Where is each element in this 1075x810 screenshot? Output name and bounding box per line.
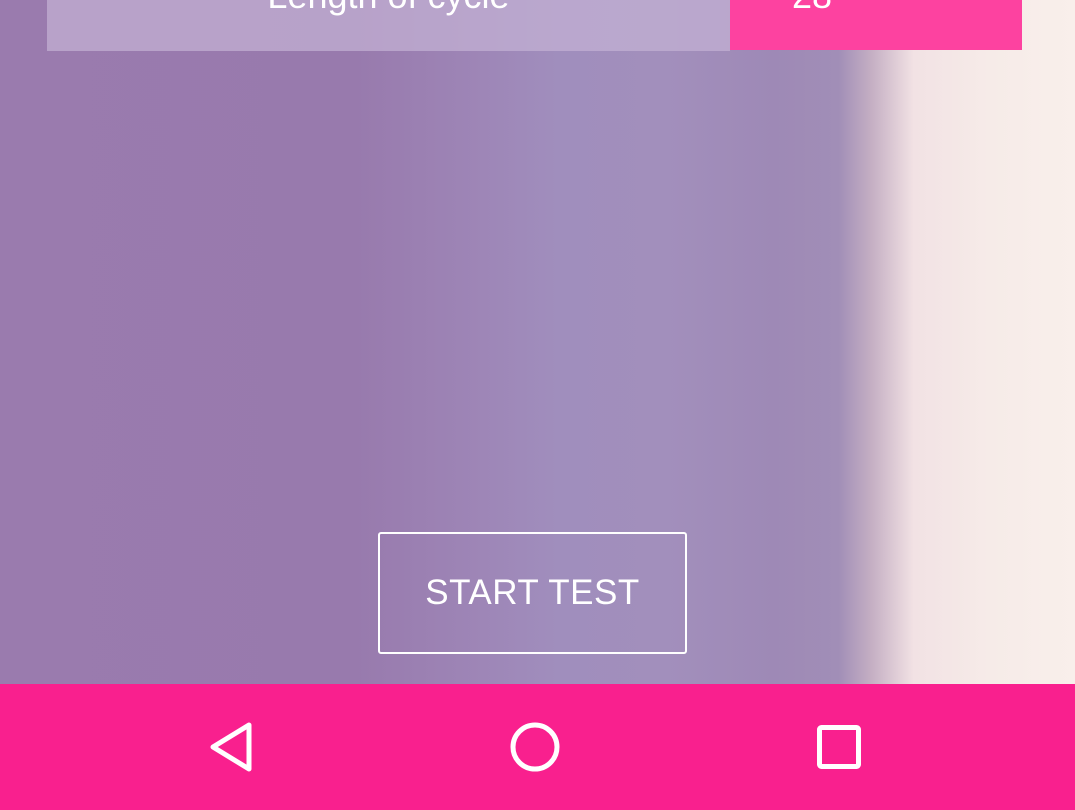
home-circle-icon bbox=[510, 722, 560, 772]
system-navigation-bar bbox=[0, 684, 1075, 810]
cycle-length-value-field[interactable]: 28 bbox=[730, 0, 1022, 50]
cycle-length-value: 28 bbox=[792, 0, 832, 16]
start-test-button[interactable]: START TEST bbox=[378, 532, 687, 654]
recents-button[interactable] bbox=[779, 684, 899, 810]
back-button[interactable] bbox=[172, 684, 292, 810]
cycle-length-label: Length of cycle bbox=[47, 0, 730, 16]
recents-square-icon bbox=[817, 725, 861, 769]
cycle-length-label-box: Length of cycle bbox=[47, 0, 730, 51]
back-triangle-icon bbox=[210, 722, 252, 772]
cycle-length-row: Length of cycle 28 bbox=[47, 0, 1022, 51]
app-screen: Length of cycle 28 START TEST bbox=[0, 0, 1075, 810]
home-button[interactable] bbox=[475, 684, 595, 810]
